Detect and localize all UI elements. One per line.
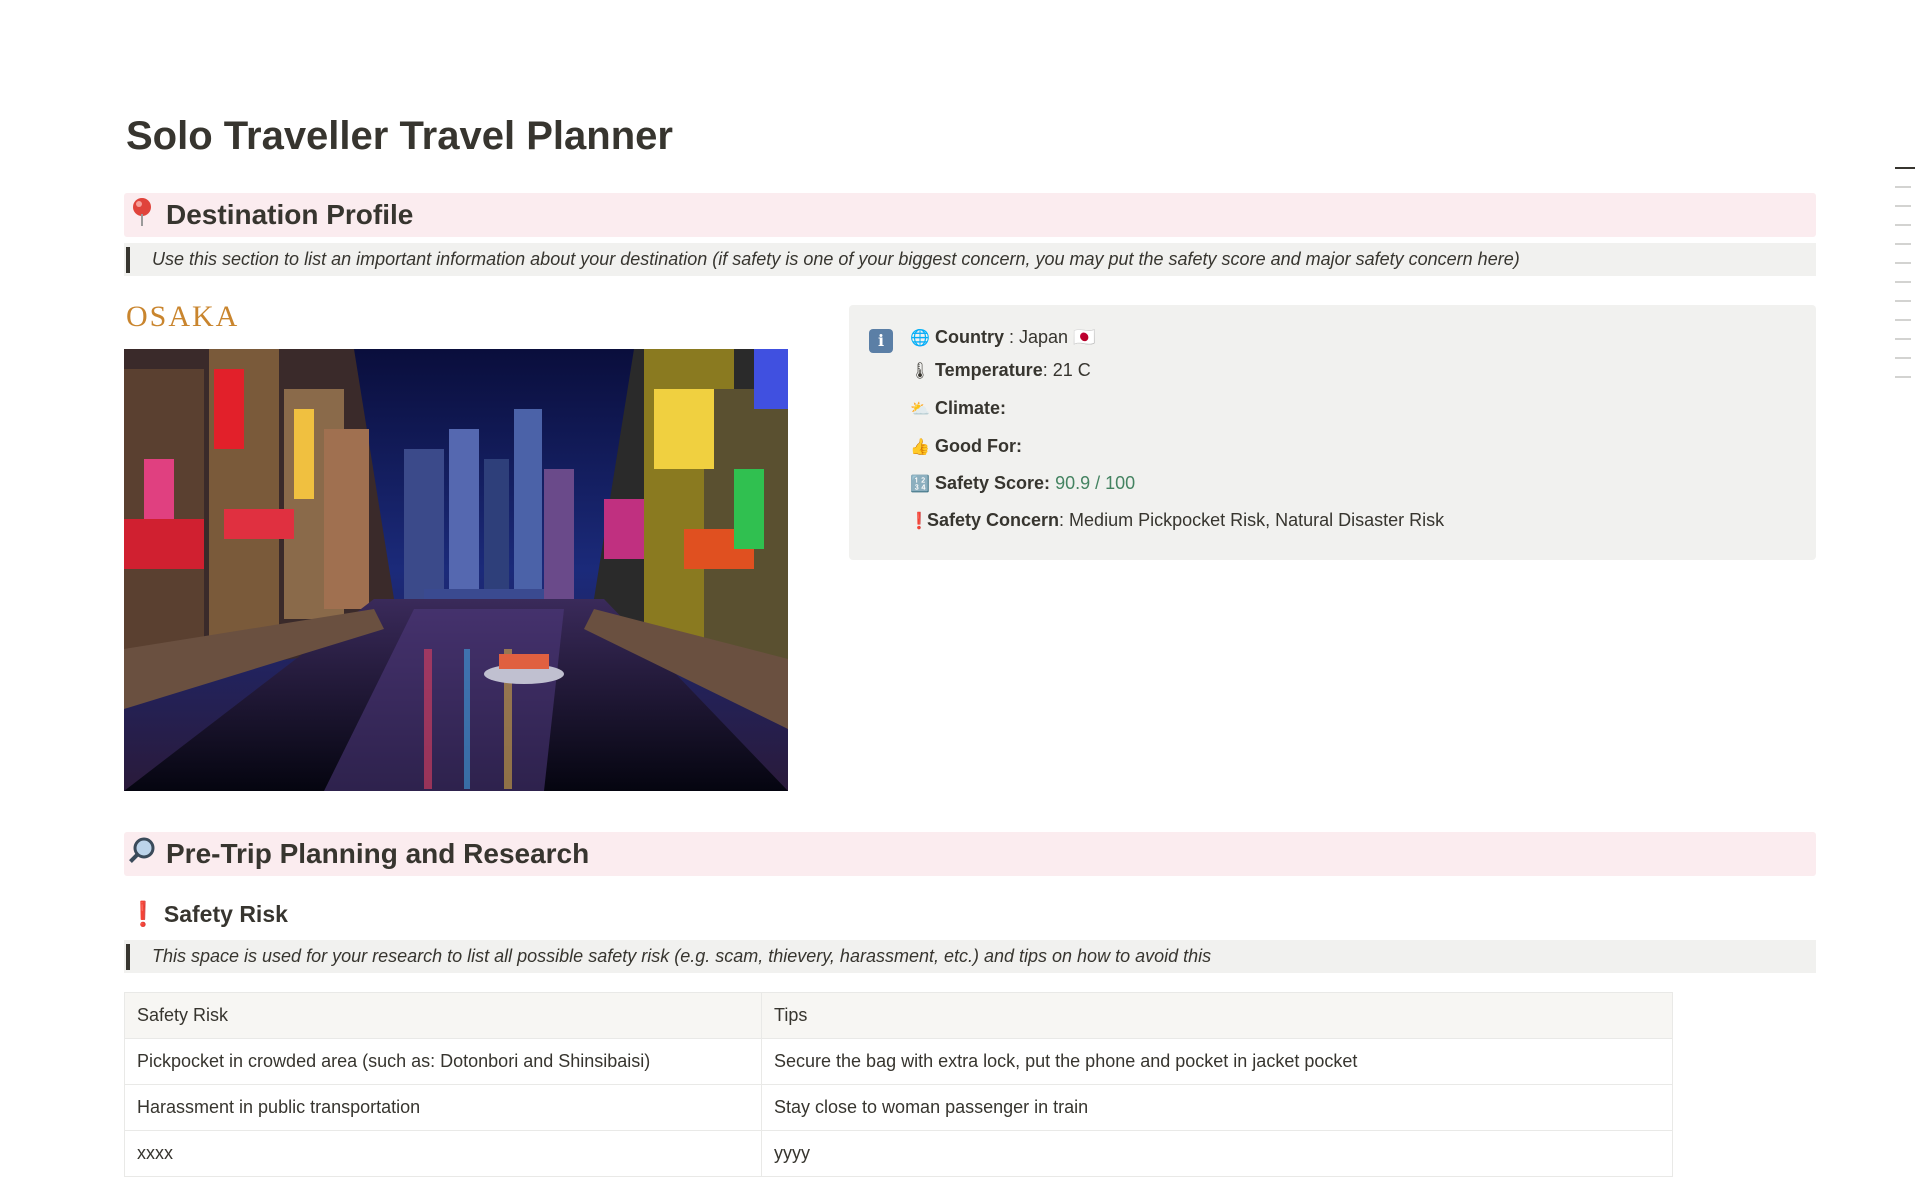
toc-line[interactable] (1895, 357, 1911, 359)
country-label: Country (935, 327, 1004, 347)
table-cell[interactable]: Stay close to woman passenger in train (761, 1084, 1673, 1131)
temperature-value: : 21 C (1042, 360, 1091, 380)
table-cell[interactable]: yyyy (761, 1130, 1673, 1177)
destination-profile-heading[interactable]: Destination Profile (124, 193, 1816, 237)
thumbs-up-icon: 👍 (910, 438, 930, 456)
destination-photo[interactable] (124, 349, 788, 791)
fact-safety-concern: ❗ Safety Concern : Medium Pickpocket Ris… (909, 510, 1444, 531)
toc-line[interactable] (1895, 224, 1911, 226)
table-cell[interactable]: Pickpocket in crowded area (such as: Dot… (124, 1038, 762, 1085)
table-row: Pickpocket in crowded area (such as: Dot… (124, 1038, 1673, 1085)
table-header-cell[interactable]: Safety Risk (124, 992, 762, 1039)
table-header-cell[interactable]: Tips (761, 992, 1673, 1039)
country-sep: : (1004, 327, 1020, 347)
thermometer-icon: 🌡 (909, 362, 931, 380)
safety-risk-note-text: This space is used for your research to … (152, 946, 1212, 966)
table-cell[interactable]: xxxx (124, 1130, 762, 1177)
magnifier-icon (124, 836, 160, 873)
table-header-row: Safety Risk Tips (124, 992, 1673, 1039)
cloud-sun-icon: ⛅ (910, 400, 930, 418)
toc-line[interactable] (1895, 205, 1911, 207)
safety-concern-label: Safety Concern (927, 510, 1060, 530)
fact-temperature: 🌡 Temperature : 21 C (909, 360, 1091, 381)
toc-line[interactable] (1895, 262, 1911, 264)
toc-indicator[interactable] (1895, 167, 1915, 395)
safety-concern-value: : Medium Pickpocket Risk, Natural Disast… (1059, 510, 1445, 530)
pre-trip-title: Pre-Trip Planning and Research (166, 838, 590, 869)
temperature-label: Temperature (935, 360, 1043, 380)
quote-bar (126, 246, 130, 273)
safety-risk-table: Safety Risk Tips Pickpocket in crowded a… (124, 992, 1673, 1177)
good-for-label: Good For: (935, 436, 1022, 456)
pin-icon (124, 197, 160, 234)
fact-safety-score: 🔢 Safety Score: 90.9 / 100 (909, 473, 1135, 494)
fact-country: 🌐 Country : Japan 🇯🇵 (909, 327, 1095, 348)
toc-line[interactable] (1895, 281, 1911, 283)
page-title: Solo Traveller Travel Planner (126, 114, 673, 158)
destination-facts-callout: i 🌐 Country : Japan 🇯🇵 🌡 Temperature : 2… (849, 305, 1816, 560)
destination-note-text: Use this section to list an important in… (152, 249, 1520, 269)
numbers-icon: 🔢 (910, 475, 930, 493)
quote-bar (126, 943, 130, 970)
toc-line[interactable] (1895, 319, 1911, 321)
table-row: xxxx yyyy (124, 1130, 1673, 1177)
city-label: OSAKA (126, 300, 240, 333)
table-cell[interactable]: Secure the bag with extra lock, put the … (761, 1038, 1673, 1085)
toc-line-active[interactable] (1895, 167, 1915, 169)
fact-good-for: 👍 Good For: (909, 436, 1022, 457)
safety-score-label: Safety Score: (935, 473, 1051, 493)
table-row: Harassment in public transportation Stay… (124, 1084, 1673, 1131)
pre-trip-heading[interactable]: Pre-Trip Planning and Research (124, 832, 1816, 876)
exclamation-icon: ❗ (909, 512, 929, 530)
safety-risk-note: This space is used for your research to … (124, 940, 1816, 973)
country-value: Japan 🇯🇵 (1019, 327, 1096, 347)
climate-label: Climate: (935, 398, 1007, 418)
safety-risk-heading[interactable]: ❗ Safety Risk (128, 900, 288, 929)
globe-icon: 🌐 (910, 329, 930, 347)
toc-line[interactable] (1895, 338, 1911, 340)
toc-line[interactable] (1895, 186, 1911, 188)
toc-line[interactable] (1895, 243, 1911, 245)
safety-score-value: 90.9 / 100 (1055, 473, 1136, 493)
info-icon: i (869, 329, 893, 353)
destination-note: Use this section to list an important in… (124, 243, 1816, 276)
fact-climate: ⛅ Climate: (909, 398, 1006, 419)
destination-profile-title: Destination Profile (166, 199, 414, 230)
safety-risk-title: Safety Risk (163, 901, 288, 927)
toc-line[interactable] (1895, 300, 1911, 302)
toc-line[interactable] (1895, 376, 1911, 378)
exclamation-icon: ❗ (128, 901, 158, 928)
table-cell[interactable]: Harassment in public transportation (124, 1084, 762, 1131)
